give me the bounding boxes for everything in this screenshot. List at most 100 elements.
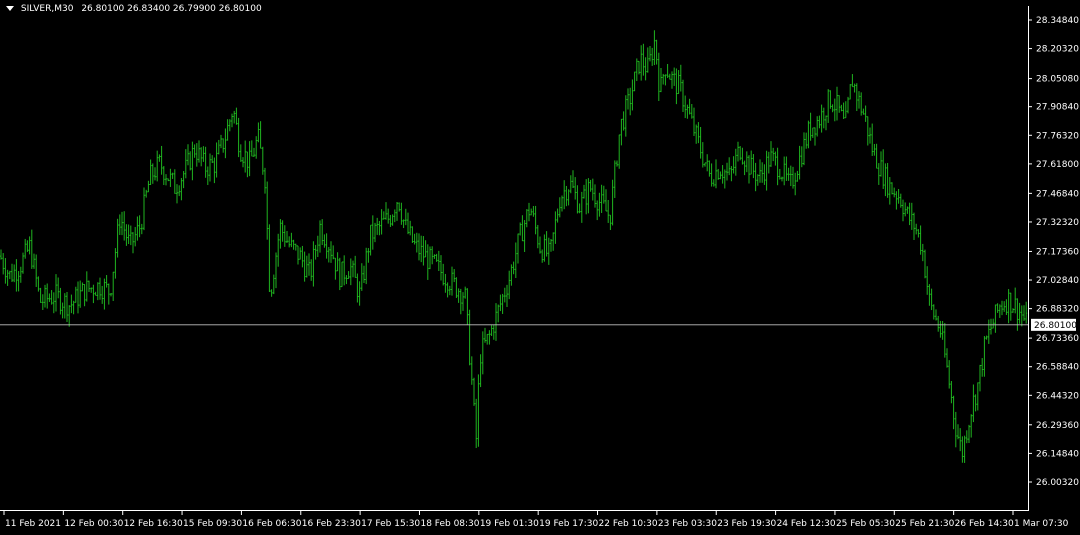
ohlc-bar xyxy=(376,217,379,235)
ohlc-bars xyxy=(0,30,1028,463)
ohlc-bar xyxy=(473,377,475,406)
ohlc-bar xyxy=(268,224,271,292)
ohlc-bar xyxy=(330,241,332,263)
ohlc-bar xyxy=(611,179,614,226)
ohlc-bar xyxy=(52,292,55,314)
ohlc-bar xyxy=(1016,298,1019,331)
ohlc-bar xyxy=(660,67,662,93)
ohlc-bar xyxy=(132,232,134,254)
price-tick-label: 26.29360 xyxy=(1036,421,1079,431)
ohlc-bar xyxy=(536,224,539,249)
ohlc-bar xyxy=(1007,289,1010,324)
ohlc-bar xyxy=(48,293,51,302)
ohlc-bar xyxy=(836,86,838,121)
ohlc-bar xyxy=(750,150,753,175)
time-axis-line xyxy=(0,510,1028,511)
ohlc-bar xyxy=(303,251,306,282)
ohlc-bar xyxy=(286,231,288,244)
price-tick-label: 26.73360 xyxy=(1036,334,1079,344)
ohlc-bar xyxy=(477,374,480,447)
ohlc-bar xyxy=(739,146,742,161)
ohlc-bar xyxy=(605,189,607,212)
ohlc-bar xyxy=(239,144,242,162)
ohlc-bar xyxy=(77,281,79,314)
ohlc-bar xyxy=(1003,301,1006,312)
ohlc-bar xyxy=(358,281,361,306)
ohlc-bar xyxy=(352,260,354,278)
ohlc-bar xyxy=(521,215,524,242)
ohlc-bar xyxy=(924,249,926,279)
ohlc-bar xyxy=(422,236,425,266)
ohlc-bar xyxy=(415,232,418,253)
ohlc-bar xyxy=(354,255,357,278)
ohlc-bar xyxy=(814,127,816,146)
ohlc-bar xyxy=(719,171,722,180)
ohlc-bar xyxy=(622,111,625,131)
ohlc-bar xyxy=(965,430,968,444)
ohlc-bar xyxy=(363,265,365,284)
ohlc-bar xyxy=(693,107,695,136)
ohlc-bar xyxy=(459,288,462,315)
ohlc-bar xyxy=(400,202,403,225)
symbol-timeframe: SILVER,M30 xyxy=(20,4,74,14)
ohlc-bar xyxy=(55,274,57,312)
ohlc-bar xyxy=(891,182,893,195)
ohlc-bar xyxy=(11,263,13,282)
ohlc-bar xyxy=(490,325,493,337)
price-tick-label: 26.44320 xyxy=(1036,391,1079,401)
ohlc-bar xyxy=(387,208,390,224)
ohlc-bar xyxy=(323,234,326,248)
ohlc-bar xyxy=(752,154,755,179)
ohlc-bar xyxy=(976,382,979,411)
ohlc-bar xyxy=(242,157,244,168)
ohlc-bar xyxy=(121,211,123,236)
ohlc-bar xyxy=(950,380,953,404)
ohlc-bar xyxy=(583,184,585,199)
ohlc-bar xyxy=(627,88,629,110)
ohlc-bar xyxy=(83,283,86,307)
ohlc-bar xyxy=(741,147,744,165)
ohlc-bar xyxy=(706,154,709,172)
price-chart[interactable]: 28.34840 28.20320 28.05080 27.90840 27.76320… xyxy=(0,0,1080,535)
ohlc-bar xyxy=(129,225,132,246)
ohlc-bar xyxy=(946,348,948,368)
ohlc-bar xyxy=(367,248,370,263)
ohlc-bar xyxy=(798,145,801,180)
chart-window[interactable]: 28.34840 28.20320 28.05080 27.90840 27.76320… xyxy=(0,0,1080,535)
ohlc-bar xyxy=(572,170,574,188)
ohlc-bar xyxy=(220,134,222,149)
ohlc-bar xyxy=(565,185,568,207)
ohlc-bar xyxy=(653,30,656,66)
ohlc-bar xyxy=(737,141,739,162)
ohlc-bar xyxy=(39,287,42,303)
ohlc-bar xyxy=(374,222,376,243)
ohlc-bar xyxy=(182,171,185,189)
ohlc-bar xyxy=(246,151,249,178)
ohlc-bar xyxy=(913,212,915,241)
ohlc-bar xyxy=(88,280,90,292)
ohlc-bar xyxy=(13,264,16,283)
ohlc-bar xyxy=(763,164,766,185)
ohlc-bar xyxy=(774,151,777,166)
price-tick-label: 28.34840 xyxy=(1036,16,1079,26)
ohlc-bar xyxy=(180,177,183,201)
ohlc-bar xyxy=(426,244,429,280)
ohlc-bar xyxy=(552,232,555,251)
ohlc-bar xyxy=(59,287,62,315)
ohlc-bar xyxy=(1023,305,1025,321)
ohlc-bar xyxy=(772,147,775,162)
ohlc-bar xyxy=(506,284,508,307)
ohlc-bar xyxy=(717,168,720,180)
ohlc-bar xyxy=(734,148,737,176)
ohlc-bar xyxy=(151,163,154,184)
ohlc-bar xyxy=(589,179,592,192)
time-tick-label: 24 Feb 12:30 xyxy=(777,519,836,529)
ohlc-bar xyxy=(638,60,640,75)
ohlc-bar xyxy=(1001,300,1003,316)
ohlc-bar xyxy=(409,220,412,236)
ohlc-bar xyxy=(873,143,876,156)
ohlc-bar xyxy=(347,271,350,279)
ohlc-bar xyxy=(213,157,216,184)
collapse-triangle-icon[interactable] xyxy=(6,6,14,11)
ohlc-bar xyxy=(655,39,658,65)
